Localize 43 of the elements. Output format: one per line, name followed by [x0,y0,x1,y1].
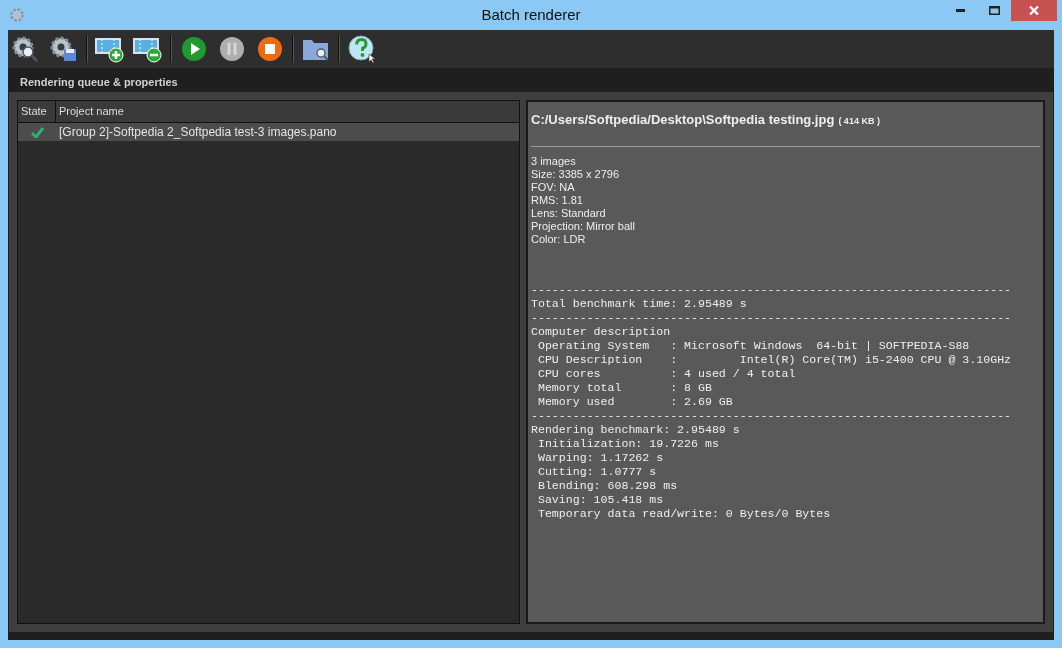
report-line: Memory total : 8 GB [536,380,712,395]
gear-floppy-icon [49,34,79,64]
file-size: ( 414 KB ) [838,115,880,128]
play-icon [181,36,207,62]
column-header[interactable]: State [18,101,56,122]
section-title: Rendering queue & properties [20,74,178,90]
info-line: Color: LDR [531,232,587,246]
stop-icon [257,36,283,62]
report-line: Saving: 105.418 ms [536,492,664,507]
close-button[interactable] [1011,0,1057,21]
info-line: Projection: Mirror ball [531,219,636,233]
report-line: Operating System : Microsoft Windows 64-bit | SOFTPEDIA-S88 [536,338,970,353]
window-title: Batch renderer [481,4,581,25]
report-line: Initialization: 19.7226 ms [536,436,719,451]
report-line: --------------------------------------------------------------------- [531,282,1012,297]
report-line: Temporary data read/write: 0 Bytes/0 Bytes [536,506,831,521]
report-line: Memory used : 2.69 GB [536,394,733,409]
report-line: --------------------------------------------------------------------- [531,408,1012,423]
info-line: Size: 3385 x 2796 [531,167,621,181]
gear-icon [9,7,25,23]
help-icon [347,34,377,64]
info-line: FOV: NA [531,180,576,194]
minimize-icon [955,9,965,12]
info-line: Lens: Standard [531,206,607,220]
pause-icon [219,36,245,62]
report-line: Computer description [531,324,671,339]
column-header[interactable]: Project name [56,101,519,122]
report-line: Cutting: 1.0777 s [536,464,657,479]
toolbar-button[interactable] [346,32,378,66]
file-path: C:/Users/Softpedia/Desktop\Softpedia testing.jpg [531,111,835,129]
report-line: Warping: 1.17262 s [536,450,664,465]
report-line: Rendering benchmark: 2.95489 s [531,422,740,437]
info-line: RMS: 1.81 [531,193,584,207]
table-row[interactable]: [Group 2]-Softpedia 2_Softpedia test-3 images.pano [18,123,519,141]
report-line: --------------------------------------------------------------------- [531,310,1012,325]
info-line: 3 images [531,154,577,168]
maximize-icon [988,6,1000,15]
report-line: Total benchmark time: 2.95489 s [531,296,747,311]
report-line: CPU Description : Intel(R) Core(TM) i5-2400 CPU @ 3.10GHz [536,352,1012,367]
report-line: CPU cores : 4 used / 4 total [536,366,796,381]
project-name: [Group 2]-Softpedia 2_Softpedia test-3 images.pano [58,124,338,141]
report-line: Blending: 608.298 ms [536,478,678,493]
close-icon [1029,6,1039,15]
